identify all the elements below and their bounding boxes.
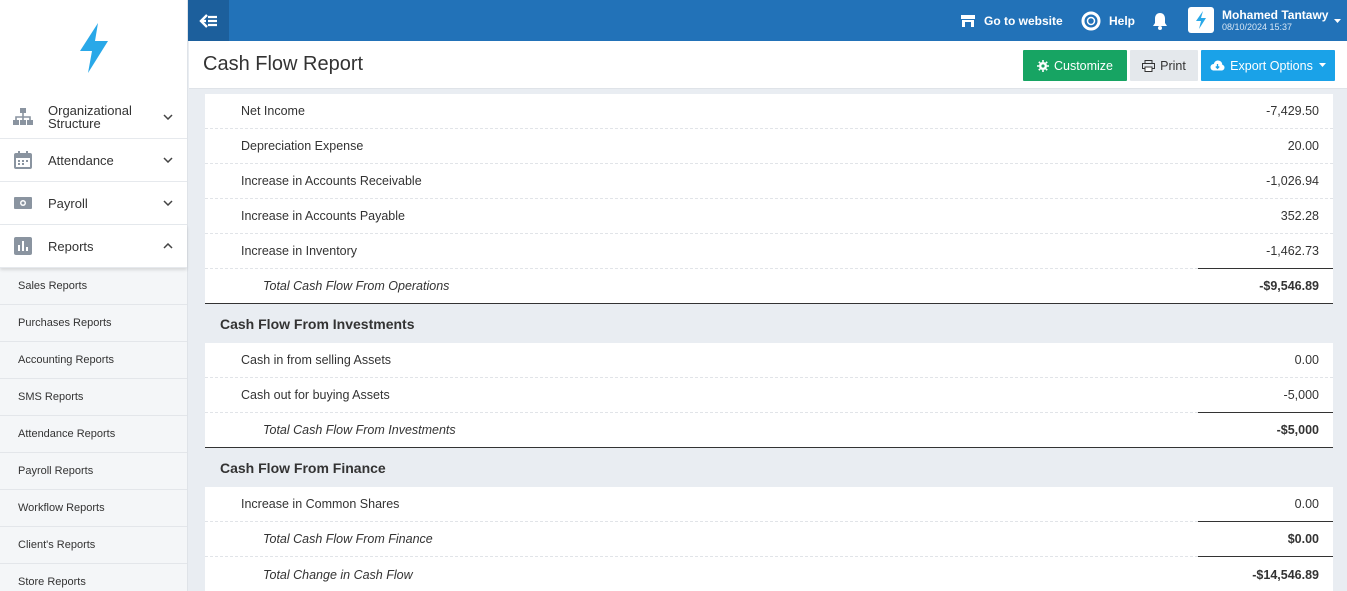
lightning-icon: [1196, 11, 1206, 29]
logo[interactable]: [0, 0, 187, 95]
report-row: Increase in Common Shares 0.00: [205, 487, 1333, 522]
caret-down-icon: [1318, 63, 1326, 68]
submenu-item-attendance-reports[interactable]: Attendance Reports: [0, 416, 187, 453]
bar-chart-icon: [12, 235, 34, 257]
notifications-button[interactable]: [1152, 0, 1168, 41]
report-row: Net Income -7,429.50: [205, 94, 1333, 129]
org-chart-icon: [12, 106, 34, 128]
row-value: 352.28: [1280, 209, 1319, 223]
sidebar-item-label: Organizational Structure: [48, 102, 132, 131]
submenu-item-accounting-reports[interactable]: Accounting Reports: [0, 342, 187, 379]
top-bar: Go to website Help Mohamed Tantawy 08/10…: [188, 0, 1347, 41]
row-value: 0.00: [1294, 353, 1319, 367]
submenu-item-purchases-reports[interactable]: Purchases Reports: [0, 305, 187, 342]
help-label: Help: [1109, 13, 1136, 28]
report-row: Increase in Accounts Payable 352.28: [205, 199, 1333, 234]
row-label: Increase in Accounts Receivable: [241, 174, 422, 188]
money-icon: [12, 192, 34, 214]
export-options-label: Export Options: [1230, 58, 1313, 73]
caret-down-icon: [1334, 11, 1342, 29]
user-menu[interactable]: Mohamed Tantawy 08/10/2024 15:37: [1188, 5, 1342, 35]
total-label: Total Cash Flow From Operations: [263, 279, 450, 293]
chevron-up-icon: [163, 241, 173, 251]
store-icon: [960, 14, 976, 28]
submenu-item-sms-reports[interactable]: SMS Reports: [0, 379, 187, 416]
lifebuoy-icon: [1081, 11, 1101, 31]
total-row-investments: Total Cash Flow From Investments -$5,000: [205, 412, 1333, 448]
user-name: Mohamed Tantawy: [1222, 7, 1329, 22]
row-value: -5,000: [1283, 388, 1319, 402]
collapse-sidebar-button[interactable]: [188, 0, 229, 41]
row-value: 20.00: [1287, 139, 1319, 153]
print-button[interactable]: Print: [1130, 50, 1198, 81]
row-label: Increase in Accounts Payable: [241, 209, 405, 223]
row-label: Increase in Common Shares: [241, 497, 400, 511]
sidebar-item-label: Payroll: [48, 195, 88, 211]
go-to-website-link[interactable]: Go to website: [960, 0, 1063, 41]
chevron-down-icon: [163, 198, 173, 208]
help-link[interactable]: Help: [1081, 0, 1135, 41]
total-label: Total Change in Cash Flow: [263, 567, 413, 582]
row-label: Cash out for buying Assets: [241, 388, 390, 402]
sidebar-item-label: Reports: [48, 238, 94, 254]
total-label: Total Cash Flow From Finance: [263, 532, 433, 546]
cash-flow-report: Net Income -7,429.50 Depreciation Expens…: [205, 94, 1333, 591]
report-row: Increase in Inventory -1,462.73: [205, 234, 1333, 269]
total-label: Total Cash Flow From Investments: [263, 423, 456, 437]
submenu-item-clients-reports[interactable]: Client's Reports: [0, 527, 187, 564]
chevron-down-icon: [163, 112, 173, 122]
report-row: Depreciation Expense 20.00: [205, 129, 1333, 164]
section-heading-investments: Cash Flow From Investments: [205, 304, 1333, 343]
page-header: Cash Flow Report Customize Print Export …: [189, 41, 1347, 89]
customize-label: Customize: [1053, 58, 1114, 73]
sidebar-item-label: Attendance: [48, 152, 114, 168]
section-heading-finance: Cash Flow From Finance: [205, 448, 1333, 487]
row-value: -1,462.73: [1266, 244, 1319, 258]
row-value: 0.00: [1294, 497, 1319, 511]
print-label: Print: [1160, 58, 1186, 73]
calendar-icon: [12, 149, 34, 171]
chevron-down-icon: [163, 155, 173, 165]
submenu-item-store-reports[interactable]: Store Reports: [0, 564, 187, 591]
gear-icon: [1036, 59, 1049, 72]
customize-button[interactable]: Customize: [1023, 50, 1127, 81]
report-row: Cash out for buying Assets -5,000: [205, 378, 1333, 413]
sidebar: Organizational Structure Attendance Payr…: [0, 0, 188, 591]
user-date: 08/10/2024 15:37: [1222, 21, 1293, 32]
total-value: $0.00: [1287, 532, 1319, 546]
lightning-logo-icon: [79, 22, 108, 73]
row-value: -7,429.50: [1266, 104, 1319, 118]
sidebar-item-reports[interactable]: Reports: [0, 225, 187, 268]
page-title: Cash Flow Report: [203, 53, 364, 75]
total-row-finance: Total Cash Flow From Finance $0.00: [205, 521, 1333, 557]
reports-submenu: Sales Reports Purchases Reports Accounti…: [0, 268, 187, 591]
sidebar-item-attendance[interactable]: Attendance: [0, 139, 187, 182]
sidebar-item-payroll[interactable]: Payroll: [0, 182, 187, 225]
total-row-operations: Total Cash Flow From Operations -$9,546.…: [205, 268, 1333, 304]
cloud-download-icon: [1210, 60, 1225, 71]
row-label: Depreciation Expense: [241, 139, 364, 153]
avatar: [1188, 7, 1214, 33]
submenu-item-sales-reports[interactable]: Sales Reports: [0, 268, 187, 305]
submenu-item-workflow-reports[interactable]: Workflow Reports: [0, 490, 187, 527]
total-value: -$9,546.89: [1259, 279, 1319, 293]
row-label: Increase in Inventory: [241, 244, 358, 258]
printer-icon: [1142, 59, 1156, 72]
submenu-item-payroll-reports[interactable]: Payroll Reports: [0, 453, 187, 490]
total-row-change: Total Change in Cash Flow -$14,546.89: [205, 556, 1333, 591]
total-value: -$14,546.89: [1252, 567, 1319, 582]
go-to-website-label: Go to website: [984, 13, 1063, 28]
report-row: Increase in Accounts Receivable -1,026.9…: [205, 164, 1333, 199]
row-value: -1,026.94: [1266, 174, 1319, 188]
bell-icon: [1153, 12, 1167, 30]
arrow-left-icon: [198, 13, 217, 28]
row-label: Net Income: [241, 104, 305, 118]
sidebar-item-organizational-structure[interactable]: Organizational Structure: [0, 95, 187, 139]
total-value: -$5,000: [1276, 423, 1319, 437]
row-label: Cash in from selling Assets: [241, 353, 392, 367]
export-options-button[interactable]: Export Options: [1201, 50, 1335, 81]
report-row: Cash in from selling Assets 0.00: [205, 343, 1333, 378]
